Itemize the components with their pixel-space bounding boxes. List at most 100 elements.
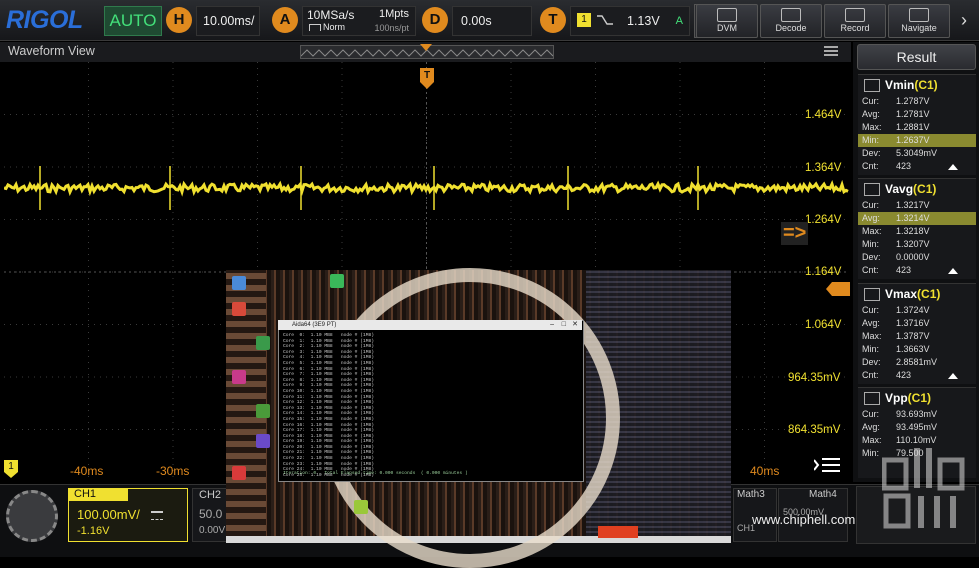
delay-box[interactable]: 0.00s bbox=[452, 6, 532, 36]
measure-icon bbox=[864, 392, 880, 405]
result-card-title: Vmax(C1) bbox=[885, 287, 941, 301]
desktop-icon[interactable] bbox=[256, 336, 270, 350]
ch1-tab[interactable]: CH1 bbox=[68, 488, 128, 501]
result-row-min: Min: 1.3663V bbox=[862, 344, 930, 354]
waveform-title: Waveform View bbox=[8, 44, 95, 58]
result-card-vmax[interactable]: Vmax(C1) Cur: 1.3724V Avg: 1.3716V Max: 1.3… bbox=[858, 283, 976, 384]
minimize-icon[interactable]: – bbox=[550, 320, 554, 330]
delay-value: 0.00s bbox=[461, 14, 492, 28]
result-row-min: Min: 1.3207V bbox=[862, 239, 930, 249]
result-row-avg: Avg: 93.495mV bbox=[862, 422, 938, 432]
horizontal-badge[interactable]: H bbox=[166, 7, 192, 33]
ch1-offset: -1.16V bbox=[77, 525, 110, 537]
result-row-avg: Avg: 1.2781V bbox=[862, 109, 930, 119]
ch2-offset: 0.00V bbox=[199, 525, 226, 536]
collapse-icon[interactable] bbox=[948, 268, 958, 274]
trigger-badge[interactable]: T bbox=[540, 7, 566, 33]
chiphell-logo bbox=[881, 440, 968, 532]
maximize-icon[interactable]: □ bbox=[562, 320, 566, 330]
navigate-icon bbox=[909, 8, 929, 22]
ch2-label: CH2 bbox=[199, 489, 222, 501]
record-label: Record bbox=[840, 23, 870, 33]
result-row-min: Min: 1.2637V bbox=[858, 134, 976, 147]
trigger-marker-label: T bbox=[423, 70, 431, 81]
decode-icon bbox=[781, 8, 801, 22]
taskbar-app-icon[interactable] bbox=[598, 526, 638, 538]
result-row-avg: Avg: 1.3716V bbox=[862, 318, 930, 328]
trigger-channel: 1 bbox=[577, 13, 591, 27]
console-window[interactable]: Core 0: 1.10 MB8 node # (1M8) Core 1: 1.1… bbox=[278, 320, 584, 482]
result-card-title: Vavg(C1) bbox=[885, 182, 937, 196]
result-card-title: Vpp(C1) bbox=[885, 391, 932, 405]
horizontal-scale-box[interactable]: 10.00ms/ bbox=[196, 6, 260, 36]
desktop-icon[interactable] bbox=[330, 274, 344, 288]
navigate-label: Navigate bbox=[901, 23, 937, 33]
trigger-position-marker bbox=[420, 44, 432, 51]
time-per-point: 100ns/pt bbox=[374, 23, 409, 33]
rising-edge-icon bbox=[597, 13, 613, 27]
result-row-cnt: Cnt: 423 bbox=[858, 264, 976, 277]
result-card-vavg[interactable]: Vavg(C1) Cur: 1.3217V Avg: 1.3214V Max: 1.3… bbox=[858, 178, 976, 279]
x-label-1: -40ms bbox=[70, 464, 104, 478]
ch1-marker-label: 1 bbox=[8, 461, 14, 472]
sample-rate: 10MSa/s bbox=[307, 8, 355, 22]
collapse-icon[interactable] bbox=[948, 164, 958, 170]
ch1-offset-marker[interactable]: 1 bbox=[4, 460, 18, 478]
ch1-trace bbox=[3, 179, 849, 197]
trigger-level-marker[interactable] bbox=[826, 282, 850, 296]
console-titlebar[interactable]: Aida64 (3E9 PT) ✕ □ – bbox=[278, 320, 582, 330]
arrow-overlay: => bbox=[781, 222, 809, 245]
measure-icon bbox=[864, 79, 880, 92]
list-icon[interactable] bbox=[813, 456, 840, 474]
desktop-icon[interactable] bbox=[232, 466, 246, 480]
memory-depth: 1Mpts bbox=[379, 8, 409, 20]
trigger-box[interactable]: 1 1.13V A bbox=[570, 6, 690, 36]
math4-label: Math4 bbox=[809, 489, 837, 500]
trigger-time-marker[interactable]: T bbox=[420, 68, 434, 90]
x-label-2: -30ms bbox=[156, 464, 190, 478]
result-row-cur: Cur: 1.3724V bbox=[862, 305, 930, 315]
horizontal-scale-value: 10.00ms/ bbox=[203, 14, 255, 28]
gear-icon[interactable] bbox=[6, 490, 58, 542]
desktop-icon[interactable] bbox=[354, 500, 368, 514]
record-icon bbox=[845, 8, 865, 22]
desktop-icon[interactable] bbox=[232, 370, 246, 384]
rigol-logo: RIGOL bbox=[6, 6, 83, 34]
collapse-icon[interactable] bbox=[948, 373, 958, 379]
trigger-status: A bbox=[675, 15, 683, 27]
close-icon[interactable]: ✕ bbox=[572, 320, 578, 330]
desktop-icon[interactable] bbox=[256, 434, 270, 448]
console-footer: Iteration: 0 Total Elapsed time: 0.000 s… bbox=[283, 471, 468, 476]
desktop-icon[interactable] bbox=[232, 276, 246, 290]
result-card-vmin[interactable]: Vmin(C1) Cur: 1.2787V Avg: 1.2781V Max: 1.2… bbox=[858, 74, 976, 175]
y-label-3: 1.264V bbox=[805, 214, 842, 226]
console-output: Core 0: 1.10 MB8 node # (1M8) Core 1: 1.1… bbox=[283, 333, 579, 478]
record-button[interactable]: Record bbox=[824, 4, 886, 38]
result-header: Result bbox=[857, 44, 976, 70]
pulse-icon bbox=[309, 24, 321, 31]
watermark-url: www.chiphell.com bbox=[752, 512, 856, 527]
result-row-cur: Cur: 93.693mV bbox=[862, 409, 938, 419]
math3-label: Math3 bbox=[737, 489, 765, 500]
result-row-dev: Dev: 2.8581mV bbox=[862, 357, 938, 367]
result-row-cnt: Cnt: 423 bbox=[858, 369, 976, 382]
menu-icon[interactable] bbox=[824, 46, 838, 56]
desktop-icon[interactable] bbox=[232, 302, 246, 316]
console-title: Aida64 (3E9 PT) bbox=[292, 322, 337, 328]
navigate-button[interactable]: Navigate bbox=[888, 4, 950, 38]
result-row-max: Max: 1.3218V bbox=[862, 226, 930, 236]
decode-label: Decode bbox=[775, 23, 807, 33]
result-row-dev: Dev: 5.3049mV bbox=[862, 148, 938, 158]
ch1-scale: 100.00mV/ bbox=[77, 507, 140, 522]
y-label-2: 1.364V bbox=[805, 162, 842, 174]
dvm-button[interactable]: DVM bbox=[696, 4, 758, 38]
result-row-max: Max: 1.2881V bbox=[862, 122, 930, 132]
y-label-6: 964.35mV bbox=[788, 372, 841, 384]
decode-button[interactable]: Decode bbox=[760, 4, 822, 38]
desktop-icon[interactable] bbox=[256, 404, 270, 418]
delay-badge[interactable]: D bbox=[422, 7, 448, 33]
acquire-badge[interactable]: A bbox=[272, 7, 298, 33]
chevron-right-icon[interactable]: › bbox=[953, 4, 975, 36]
auto-button[interactable]: AUTO bbox=[104, 6, 162, 36]
acquire-box[interactable]: 10MSa/s 1Mpts Norm 100ns/pt bbox=[302, 6, 416, 36]
